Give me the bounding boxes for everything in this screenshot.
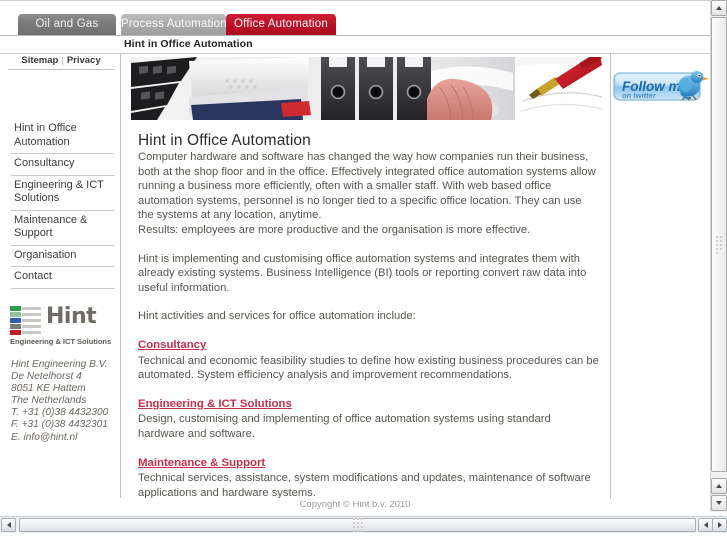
app-window: Oil and Gas Process Automation Office Au… [0,0,727,545]
utility-nav-separator: | [61,55,64,66]
arrow-up-icon [716,6,722,10]
sidebar-item-consultancy[interactable]: Consultancy [11,154,114,176]
page-title-bar: Hint in Office Automation [0,37,710,54]
service-block-maintenance-support: Maintenance & Support Technical services… [138,456,600,499]
sidebar-item-contact[interactable]: Contact [11,267,114,289]
horizontal-scroll-thumb[interactable] [19,518,696,532]
contact-email[interactable]: E. info@hint.nl [11,432,121,444]
link-engineering-ict-solutions[interactable]: Engineering & ICT Solutions [138,397,292,412]
site-tab-bar: Oil and Gas Process Automation Office Au… [0,0,710,36]
utility-nav: Sitemap | Privacy [8,55,114,70]
browser-viewport: Oil and Gas Process Automation Office Au… [0,0,710,512]
scroll-left-button[interactable] [1,518,16,532]
contact-street: De Netelhorst 4 [11,371,82,383]
tab-office-automation[interactable]: Office Automation [226,14,336,35]
page-layout: Sitemap | Privacy Hint in Office Automatio… [0,54,710,501]
arrow-right-icon [717,522,722,528]
privacy-link[interactable]: Privacy [67,55,101,66]
logo-tagline: Engineering & ICT Solutions [10,337,112,346]
service-block-consultancy: Consultancy Technical and economic feasi… [138,338,600,383]
vertical-scrollbar[interactable] [710,0,727,512]
sidebar-item-maintenance-support[interactable]: Maintenance & Support [11,211,114,246]
tab-bar-top-edge [0,0,710,8]
paragraph-services-intro: Hint activities and services for office … [138,310,416,323]
footer: Copyright © Hint b.v. 2010 [0,501,710,512]
scroll-down-button-upper[interactable] [711,478,727,494]
contact-company: Hint Engineering B.V. [11,359,108,370]
arrow-up-icon-secondary [716,484,722,488]
scroll-left-button-right[interactable] [698,518,713,532]
hero-banner-image [131,57,602,120]
logo-row: Hint [10,305,118,335]
logo-wordmark: Hint [46,304,97,329]
copyright-text: Copyright © Hint b.v. 2010 [299,501,411,510]
sidebar: Sitemap | Privacy Hint in Office Automatio… [0,54,121,498]
scroll-up-button[interactable] [711,0,727,16]
link-maintenance-support[interactable]: Maintenance & Support [138,456,265,471]
content-heading: Hint in Office Automation [138,132,311,150]
horizontal-scrollbar[interactable] [0,516,727,533]
contact-country: The Netherlands [11,395,87,407]
contact-phone: T. +31 (0)38 4432300 [11,407,109,419]
tab-oil-and-gas[interactable]: Oil and Gas [18,14,116,35]
twitter-line-2: on twitter [622,91,657,100]
arrow-down-icon [716,501,722,505]
service-description-maintenance-support: Technical services, assistance, system m… [138,472,591,498]
sidebar-main-nav: Hint in Office Automation Consultancy En… [11,119,114,289]
tab-process-automation[interactable]: Process Automation [121,14,227,35]
right-column: Follow me on twitter [612,54,710,498]
link-consultancy[interactable]: Consultancy [138,338,206,353]
main-content: Hint in Office Automation Computer hardw… [122,54,611,498]
sidebar-item-organisation[interactable]: Organisation [11,246,114,267]
page-title: Hint in Office Automation [124,38,253,50]
service-block-engineering-ict-solutions: Engineering & ICT Solutions Design, cust… [138,397,600,442]
contact-postal: 8051 KE Hattem [11,383,86,395]
sidebar-item-hint-in-office-automation[interactable]: Hint in Office Automation [11,119,114,154]
contact-fax: F. +31 (0)38 4432301 [11,419,108,431]
vertical-scroll-thumb[interactable] [711,17,727,472]
follow-me-on-twitter-button[interactable]: Follow me on twitter [613,67,710,107]
scroll-down-button[interactable] [711,495,727,511]
scroll-right-button[interactable] [712,518,727,532]
scroll-thumb-grip [715,235,723,255]
content-body: Computer hardware and software has chang… [138,150,600,498]
sidebar-item-engineering-ict-solutions[interactable]: Engineering & ICT Solutions [11,176,114,211]
paragraph-implementation: Hint is implementing and customising off… [138,252,587,294]
arrow-left-icon [6,522,11,528]
horizontal-thumb-grip [352,517,364,533]
service-description-engineering-ict-solutions: Design, customising and implementing of … [138,413,551,440]
contact-info: Hint Engineering B.V. De Netelhorst 4 80… [11,359,121,444]
hint-logo[interactable]: Hint Engineering & ICT Solutions [10,305,118,346]
sitemap-link[interactable]: Sitemap [21,55,58,66]
paragraph-intro: Computer hardware and software has chang… [138,151,596,222]
logo-bars-icon [10,305,41,335]
arrow-left-icon-secondary [703,522,708,528]
paragraph-results: Results: employees are more productive a… [138,223,531,236]
service-description-consultancy: Technical and economic feasibility studi… [138,354,599,382]
